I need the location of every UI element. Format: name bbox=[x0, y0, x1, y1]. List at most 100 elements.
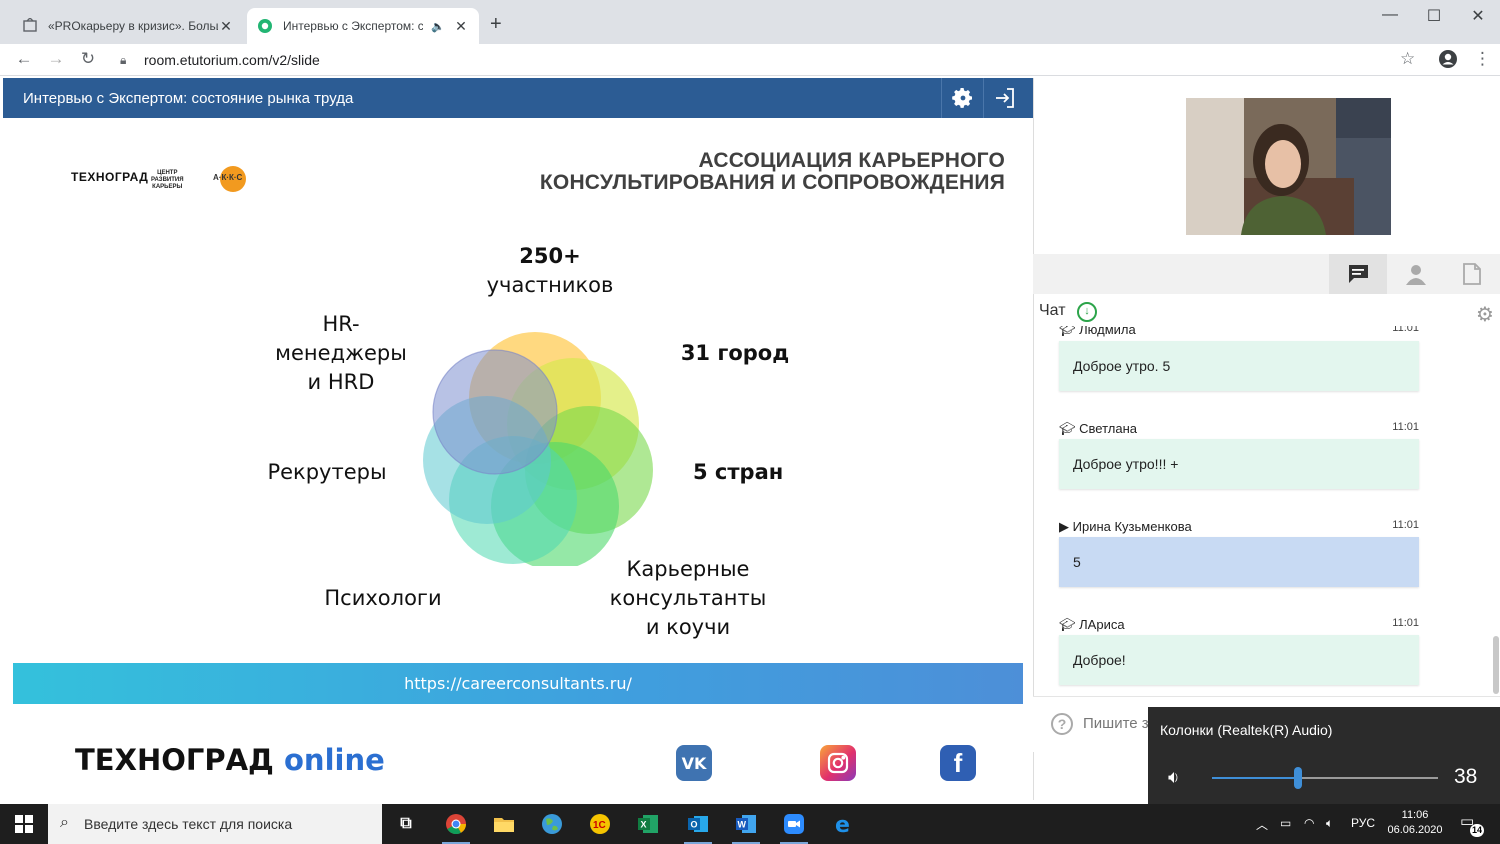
message-author: Светлана bbox=[1079, 421, 1137, 436]
tehnograd-logo: ТЕХНОГРАД bbox=[71, 170, 149, 184]
message-bubble: Доброе! bbox=[1059, 635, 1419, 685]
volume-slider-thumb[interactable] bbox=[1294, 767, 1302, 789]
tehnograd-online-logo: ТЕХНОГРАД online bbox=[75, 743, 385, 777]
chat-input[interactable]: Пишите з bbox=[1083, 715, 1149, 732]
search-placeholder: Введите здесь текст для поиска bbox=[84, 816, 293, 832]
chat-message-list: 🎓︎ Людмила 11:01 Доброе утро. 5 🎓︎ Светл… bbox=[1033, 326, 1493, 694]
browser-menu-icon[interactable]: ⋮ bbox=[1474, 49, 1491, 69]
task-view-icon[interactable]: ⧉ bbox=[390, 808, 422, 840]
svg-text:W: W bbox=[738, 820, 747, 830]
slide-header: Интервью с Экспертом: состояние рынка тр… bbox=[3, 78, 1033, 118]
career-consultants-label: Карьерные консультанты и коучи bbox=[609, 557, 767, 639]
language-indicator[interactable]: РУС bbox=[1351, 816, 1375, 830]
volume-slider[interactable] bbox=[1212, 767, 1438, 789]
career-center-logo: ЦЕНТР РАЗВИТИЯ КАРЬЕРЫ bbox=[151, 170, 184, 190]
message-bubble: Доброе утро!!! + bbox=[1059, 439, 1419, 489]
message-header: 🎓︎ Людмила 11:01 bbox=[1059, 326, 1419, 338]
close-window-button[interactable]: ✕ bbox=[1455, 6, 1500, 26]
slide-header-title: Интервью с Экспертом: состояние рынка тр… bbox=[23, 89, 354, 107]
tab-title: «PROкарьеру в кризис». Больше bbox=[48, 19, 218, 33]
download-chat-icon[interactable]: ↓ bbox=[1077, 302, 1097, 322]
presenter-play-icon: ▶ bbox=[1059, 519, 1069, 534]
edge-icon[interactable]: e bbox=[828, 808, 860, 840]
message-author: Людмила bbox=[1079, 326, 1136, 337]
venn-flower-graphic bbox=[423, 332, 653, 566]
chat-icon bbox=[1348, 265, 1368, 283]
graduation-cap-icon: 🎓︎ bbox=[1059, 326, 1076, 337]
hr-managers-label: HR- менеджеры и HRD bbox=[275, 312, 407, 394]
browser-tab-interview[interactable]: Интервью с Экспертом: сос 🔈 ✕ bbox=[247, 8, 479, 44]
speaker-icon[interactable]: 🔉︎ bbox=[1168, 767, 1179, 788]
message-bubble: 5 bbox=[1059, 537, 1419, 587]
etutorium-favicon-icon bbox=[258, 19, 272, 33]
svg-text:e: e bbox=[835, 813, 850, 835]
url-text: room.etutorium.com/v2/slide bbox=[144, 52, 320, 68]
graduation-cap-icon: 🎓︎ bbox=[1059, 617, 1076, 632]
message-header: ▶ Ирина Кузьменкова 11:01 bbox=[1059, 519, 1419, 535]
maximize-button[interactable]: ☐ bbox=[1411, 6, 1457, 26]
windows-taskbar: ⌕ Введите здесь текст для поиска ⧉ 1С X … bbox=[0, 804, 1500, 844]
graduation-cap-icon: 🎓︎ bbox=[1059, 421, 1076, 436]
address-bar[interactable]: 🔒︎ room.etutorium.com/v2/slide bbox=[110, 47, 1430, 73]
volume-slider-fill bbox=[1212, 777, 1298, 779]
participants-tab[interactable] bbox=[1387, 254, 1445, 294]
volume-tray-icon[interactable]: 🔈︎ bbox=[1326, 816, 1333, 831]
chat-settings-gear-icon[interactable]: ⚙ bbox=[1476, 302, 1494, 327]
association-title: АССОЦИАЦИЯ КАРЬЕРНОГО КОНСУЛЬТИРОВАНИЯ И… bbox=[539, 149, 1005, 194]
taskbar-clock[interactable]: 11:06 06.06.2020 bbox=[1380, 808, 1450, 838]
show-hidden-icons-chevron-icon[interactable]: ︿ bbox=[1256, 816, 1268, 833]
excel-icon[interactable]: X bbox=[632, 808, 664, 840]
outlook-icon[interactable]: O bbox=[682, 808, 714, 844]
gear-icon[interactable] bbox=[941, 78, 983, 118]
browser-tab-prokarieru[interactable]: «PROкарьеру в кризис». Больше ✕ bbox=[12, 8, 244, 44]
recruiters-label: Рекрутеры bbox=[267, 460, 387, 484]
panel-tabs bbox=[1033, 254, 1500, 294]
search-icon: ⌕ bbox=[60, 814, 69, 831]
file-explorer-icon[interactable] bbox=[488, 808, 520, 840]
psychologists-label: Психологи bbox=[324, 586, 442, 610]
chat-tab[interactable] bbox=[1329, 254, 1387, 294]
word-icon[interactable]: W bbox=[730, 808, 762, 844]
start-button[interactable] bbox=[0, 804, 48, 844]
svg-text:X: X bbox=[641, 820, 647, 830]
svg-text:1С: 1С bbox=[593, 820, 606, 831]
presentation-slide: ТЕХНОГРАД ЦЕНТР РАЗВИТИЯ КАРЬЕРЫ А·К·К·С… bbox=[3, 118, 1033, 800]
message-bubble: Доброе утро. 5 bbox=[1059, 341, 1419, 391]
taskbar-search[interactable]: ⌕ Введите здесь текст для поиска bbox=[48, 804, 382, 844]
tab-title: Интервью с Экспертом: сос bbox=[283, 19, 424, 33]
message-time: 11:01 bbox=[1392, 326, 1419, 334]
notifications-icon[interactable]: ▭ 14 bbox=[1460, 812, 1484, 837]
cities-stat: 31 город bbox=[680, 341, 790, 365]
forward-arrow-icon[interactable]: → bbox=[46, 49, 66, 69]
battery-icon[interactable]: ▭ bbox=[1280, 816, 1291, 830]
message-time: 11:01 bbox=[1392, 421, 1419, 433]
minimize-button[interactable]: — bbox=[1367, 6, 1413, 24]
volume-level: 38 bbox=[1454, 765, 1478, 788]
zoom-icon[interactable] bbox=[778, 808, 810, 844]
files-tab[interactable] bbox=[1443, 254, 1500, 294]
back-arrow-icon[interactable]: ← bbox=[14, 49, 34, 69]
profile-icon[interactable] bbox=[1438, 49, 1458, 74]
page-icon bbox=[23, 18, 37, 32]
close-tab-icon[interactable]: ✕ bbox=[453, 18, 469, 35]
globe-app-icon[interactable] bbox=[536, 808, 568, 840]
chrome-icon[interactable] bbox=[440, 808, 472, 844]
audio-device-name[interactable]: Колонки (Realtek(R) Audio) bbox=[1160, 722, 1332, 738]
1c-icon[interactable]: 1С bbox=[584, 808, 616, 840]
message-time: 11:01 bbox=[1392, 617, 1419, 629]
question-icon[interactable]: ? bbox=[1051, 713, 1073, 735]
message-header: 🎓︎ ЛАриса 11:01 bbox=[1059, 617, 1419, 633]
members-stat: 250+ bbox=[519, 244, 581, 268]
chat-scrollbar[interactable] bbox=[1493, 636, 1499, 694]
bookmark-star-icon[interactable]: ☆ bbox=[1400, 49, 1415, 69]
close-tab-icon[interactable]: ✕ bbox=[218, 18, 234, 35]
facebook-icon: f bbox=[940, 745, 976, 781]
presenter-video bbox=[1186, 98, 1391, 235]
user-icon bbox=[1406, 265, 1426, 285]
wifi-icon[interactable]: ◠ bbox=[1304, 816, 1314, 830]
exit-icon[interactable] bbox=[983, 78, 1025, 118]
new-tab-button[interactable]: + bbox=[490, 14, 502, 34]
akks-logo: А·К·К·С bbox=[211, 165, 251, 193]
reload-icon[interactable]: ↻ bbox=[78, 49, 98, 69]
speaker-icon[interactable]: 🔈 bbox=[431, 20, 445, 33]
